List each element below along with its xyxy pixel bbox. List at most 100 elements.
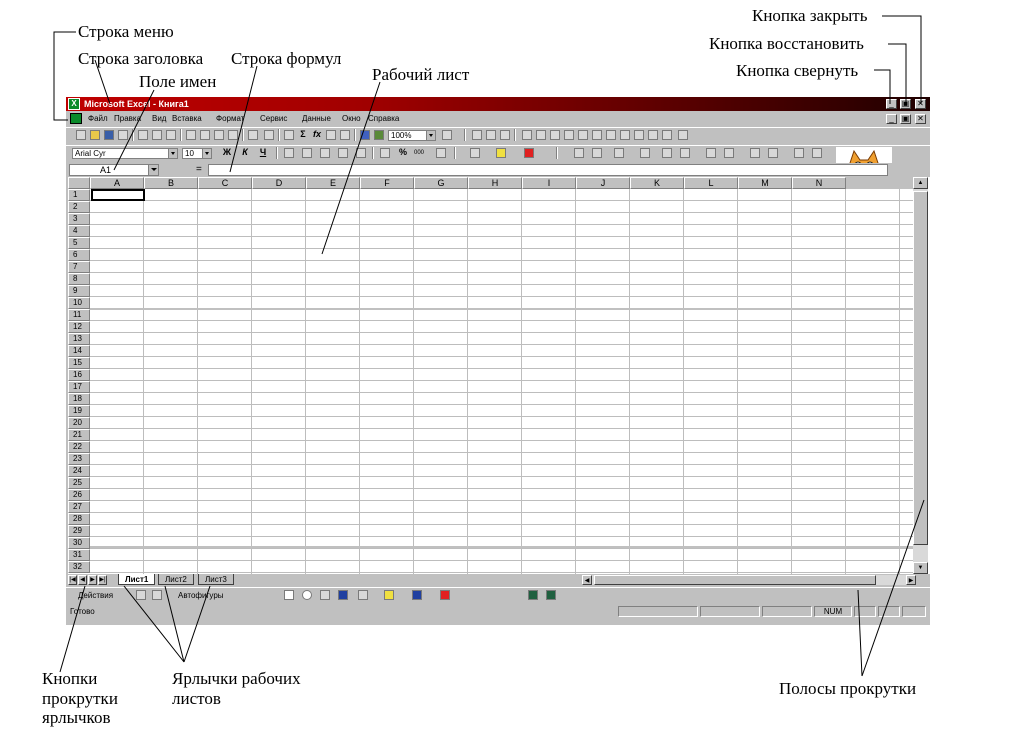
row-header-13[interactable]: 13 — [68, 333, 90, 345]
row-header-22[interactable]: 22 — [68, 441, 90, 453]
menu-format[interactable]: Формат — [216, 113, 244, 124]
workbook-icon[interactable] — [70, 113, 82, 124]
row-header-6[interactable]: 6 — [68, 249, 90, 261]
column-header-l[interactable]: L — [684, 177, 738, 189]
scrollbar-control-icon[interactable] — [634, 130, 644, 140]
minimize-button[interactable]: _ — [886, 99, 897, 109]
scroll-left-arrow-icon[interactable]: ◀ — [582, 575, 592, 585]
sheet-tab-1[interactable]: Лист1 — [118, 574, 156, 585]
chevron-down-icon[interactable] — [168, 149, 177, 158]
oval-icon[interactable] — [302, 590, 312, 600]
row-header-18[interactable]: 18 — [68, 393, 90, 405]
close-button[interactable]: ✕ — [915, 99, 926, 109]
redo-icon[interactable] — [264, 130, 274, 140]
menu-help[interactable]: Справка — [368, 113, 399, 124]
row-header-10[interactable]: 10 — [68, 297, 90, 309]
next-sheet-icon[interactable]: ▶ — [88, 575, 97, 585]
row-header-19[interactable]: 19 — [68, 405, 90, 417]
hyperlink-icon[interactable] — [284, 130, 294, 140]
forms-icon[interactable] — [472, 130, 482, 140]
row-header-20[interactable]: 20 — [68, 417, 90, 429]
column-header-j[interactable]: J — [576, 177, 630, 189]
column-header-g[interactable]: G — [414, 177, 468, 189]
rectangle-icon[interactable] — [284, 590, 294, 600]
align-right-icon[interactable] — [320, 148, 330, 158]
option-control-icon[interactable] — [564, 130, 574, 140]
name-box[interactable]: A1 — [69, 164, 159, 176]
prev-sheet-icon[interactable]: ◀ — [78, 575, 87, 585]
column-icon[interactable] — [794, 148, 804, 158]
font-color-draw-icon[interactable] — [440, 590, 450, 600]
active-cell-a1[interactable] — [91, 189, 145, 201]
currency-icon[interactable] — [380, 148, 390, 158]
button-control-icon[interactable] — [578, 130, 588, 140]
formula-input[interactable] — [208, 164, 888, 176]
horizontal-scrollbar[interactable]: ◀ ▶ — [582, 575, 916, 585]
horizontal-scroll-thumb[interactable] — [594, 575, 876, 585]
fill-color-icon[interactable] — [496, 148, 506, 158]
row-header-27[interactable]: 27 — [68, 501, 90, 513]
checkbox-control-icon[interactable] — [522, 130, 532, 140]
actions-menu[interactable]: Действия — [78, 590, 113, 601]
form-icon-2[interactable] — [486, 130, 496, 140]
row-header-31[interactable]: 31 — [68, 549, 90, 561]
record-icon[interactable] — [662, 148, 672, 158]
row-header-11[interactable]: 11 — [68, 309, 90, 321]
column-header-k[interactable]: K — [630, 177, 684, 189]
row-header-12[interactable]: 12 — [68, 321, 90, 333]
first-sheet-icon[interactable]: |◀ — [68, 575, 77, 585]
table-icon[interactable] — [706, 148, 716, 158]
column-header-b[interactable]: B — [144, 177, 198, 189]
autosum-icon[interactable]: Σ — [298, 130, 308, 140]
font-select[interactable]: Arial Cyr — [72, 148, 178, 159]
column-header-d[interactable]: D — [252, 177, 306, 189]
row-header-25[interactable]: 25 — [68, 477, 90, 489]
thousands-button[interactable]: 000 — [414, 148, 430, 158]
wordart-icon[interactable] — [338, 590, 348, 600]
spinner-control-icon[interactable] — [620, 130, 630, 140]
tools-icon[interactable] — [678, 130, 688, 140]
zoom-select[interactable]: 100% — [388, 130, 436, 141]
cut-icon[interactable] — [186, 130, 196, 140]
column-header-a[interactable]: A — [90, 177, 144, 189]
print-icon[interactable] — [138, 130, 148, 140]
row-header-16[interactable]: 16 — [68, 369, 90, 381]
font-size-select[interactable]: 10 — [182, 148, 212, 159]
menu-edit[interactable]: Правка — [114, 113, 141, 124]
doc-restore-button[interactable]: ▣ — [900, 114, 911, 124]
row-header-17[interactable]: 17 — [68, 381, 90, 393]
save-icon[interactable] — [104, 130, 114, 140]
row-header-3[interactable]: 3 — [68, 213, 90, 225]
chevron-down-icon[interactable] — [426, 131, 435, 140]
chart-wizard-icon[interactable] — [360, 130, 370, 140]
clipart-icon[interactable] — [358, 590, 368, 600]
row-header-1[interactable]: 1 — [68, 189, 90, 201]
line-color-icon[interactable] — [412, 590, 422, 600]
row-header-24[interactable]: 24 — [68, 465, 90, 477]
text-direction-icon-2[interactable] — [592, 148, 602, 158]
scroll-right-arrow-icon[interactable]: ▶ — [906, 575, 916, 585]
italic-button[interactable]: К — [240, 148, 250, 158]
fill-color-draw-icon[interactable] — [384, 590, 394, 600]
chevron-down-icon[interactable] — [148, 165, 158, 175]
map-icon[interactable] — [374, 130, 384, 140]
column-header-m[interactable]: M — [738, 177, 792, 189]
vertical-scroll-thumb[interactable] — [913, 191, 928, 545]
sort-descending-icon[interactable] — [340, 130, 350, 140]
row-header-2[interactable]: 2 — [68, 201, 90, 213]
groupbox-control-icon[interactable] — [550, 130, 560, 140]
vertical-scrollbar[interactable]: ▲ ▼ — [913, 177, 928, 574]
merge-center-icon[interactable] — [338, 148, 348, 158]
column-header-h[interactable]: H — [468, 177, 522, 189]
select-all-button[interactable] — [68, 177, 90, 189]
cell-area[interactable] — [90, 189, 913, 574]
radio-icon[interactable] — [680, 148, 690, 158]
menu-tools[interactable]: Сервис — [260, 113, 287, 124]
decimal-icon[interactable] — [436, 148, 446, 158]
line-icon[interactable] — [246, 590, 256, 600]
format-painter-icon[interactable] — [228, 130, 238, 140]
list-control-icon[interactable] — [592, 130, 602, 140]
row-header-32[interactable]: 32 — [68, 561, 90, 573]
merge-icon[interactable] — [356, 148, 366, 158]
menu-view[interactable]: Вид — [152, 113, 166, 124]
